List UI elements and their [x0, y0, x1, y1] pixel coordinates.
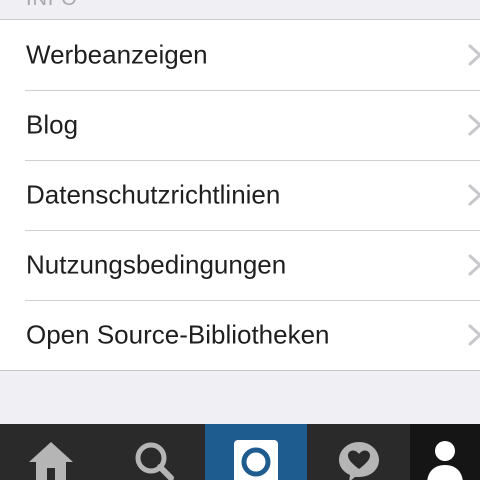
- chevron-right-icon: [468, 324, 480, 346]
- tab-home[interactable]: [0, 424, 102, 480]
- list-item-label: Open Source-Bibliotheken: [26, 319, 330, 350]
- list-item-nutzungsbedingungen[interactable]: Nutzungsbedingungen: [0, 230, 480, 300]
- chevron-right-icon: [468, 254, 480, 276]
- tab-search[interactable]: [102, 424, 205, 480]
- section-header-label: INFO: [26, 0, 78, 11]
- search-icon: [135, 442, 174, 480]
- list-item-label: Nutzungsbedingungen: [26, 249, 287, 280]
- list-item-open-source-bibliotheken[interactable]: Open Source-Bibliotheken: [0, 300, 480, 370]
- list-item-datenschutzrichtlinien[interactable]: Datenschutzrichtlinien: [0, 160, 480, 230]
- activity-heart-icon: [338, 442, 379, 480]
- chevron-right-icon: [468, 44, 480, 66]
- list-item-blog[interactable]: Blog: [0, 90, 480, 160]
- tab-camera[interactable]: [205, 424, 307, 480]
- section-header: INFO: [0, 0, 480, 20]
- chevron-right-icon: [468, 184, 480, 206]
- list-item-label: Werbeanzeigen: [26, 39, 208, 70]
- profile-icon: [427, 441, 463, 480]
- home-icon: [29, 442, 73, 480]
- settings-list: Werbeanzeigen Blog Datenschutzrichtlinie…: [0, 19, 480, 371]
- chevron-right-icon: [468, 114, 480, 136]
- tab-bar: [0, 424, 480, 480]
- camera-icon: [234, 440, 278, 480]
- list-item-label: Blog: [26, 109, 79, 140]
- list-item-werbeanzeigen[interactable]: Werbeanzeigen: [0, 20, 480, 90]
- tab-profile[interactable]: [410, 424, 480, 480]
- tab-activity[interactable]: [307, 424, 410, 480]
- list-item-label: Datenschutzrichtlinien: [26, 179, 281, 210]
